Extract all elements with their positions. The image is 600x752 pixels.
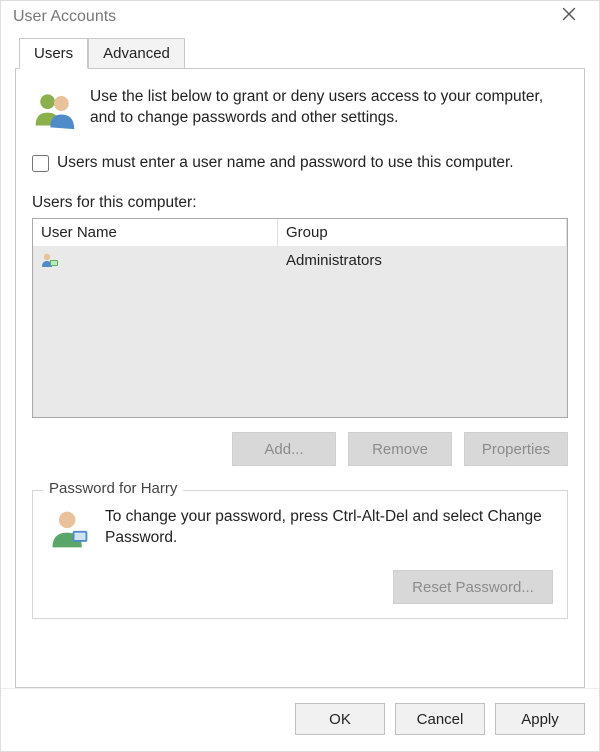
must-enter-label: Users must enter a user name and passwor… <box>57 154 514 172</box>
person-icon <box>47 507 91 554</box>
users-listview[interactable]: User Name Group <box>32 218 568 418</box>
tabs: Users Advanced <box>19 38 585 69</box>
column-header-username[interactable]: User Name <box>33 219 278 246</box>
password-button-row: Reset Password... <box>47 570 553 604</box>
table-row[interactable]: Administrators <box>33 246 567 278</box>
window-title: User Accounts <box>13 8 116 26</box>
tab-advanced[interactable]: Advanced <box>88 38 185 69</box>
intro-row: Use the list below to grant or deny user… <box>32 87 568 134</box>
reset-password-button[interactable]: Reset Password... <box>393 570 553 604</box>
cell-group: Administrators <box>278 249 567 275</box>
tab-users[interactable]: Users <box>19 38 88 69</box>
dialog-footer: OK Cancel Apply <box>1 688 599 751</box>
users-icon <box>32 87 76 134</box>
ok-button[interactable]: OK <box>295 703 385 735</box>
password-text: To change your password, press Ctrl-Alt-… <box>105 507 553 549</box>
password-groupbox: Password for Harry To change your passwo… <box>32 490 568 619</box>
password-row: To change your password, press Ctrl-Alt-… <box>47 507 553 554</box>
add-button[interactable]: Add... <box>232 432 336 466</box>
properties-button[interactable]: Properties <box>464 432 568 466</box>
titlebar: User Accounts <box>1 1 599 32</box>
apply-button[interactable]: Apply <box>495 703 585 735</box>
cancel-button[interactable]: Cancel <box>395 703 485 735</box>
column-header-group[interactable]: Group <box>278 219 567 246</box>
users-list-label: Users for this computer: <box>32 194 568 212</box>
password-groupbox-legend: Password for Harry <box>43 480 183 497</box>
must-enter-row[interactable]: Users must enter a user name and passwor… <box>32 154 568 172</box>
user-row-icon <box>41 252 59 272</box>
tab-panel-users: Use the list below to grant or deny user… <box>15 68 585 688</box>
user-buttons-row: Add... Remove Properties <box>32 432 568 466</box>
dialog-body: Users Advanced Use the list below to gra… <box>1 32 599 688</box>
intro-text: Use the list below to grant or deny user… <box>90 87 568 129</box>
close-icon[interactable] <box>549 7 589 26</box>
cell-username <box>33 249 278 275</box>
user-accounts-dialog: User Accounts Users Advanced <box>0 0 600 752</box>
must-enter-checkbox[interactable] <box>32 155 49 172</box>
remove-button[interactable]: Remove <box>348 432 452 466</box>
listview-header: User Name Group <box>33 219 567 246</box>
